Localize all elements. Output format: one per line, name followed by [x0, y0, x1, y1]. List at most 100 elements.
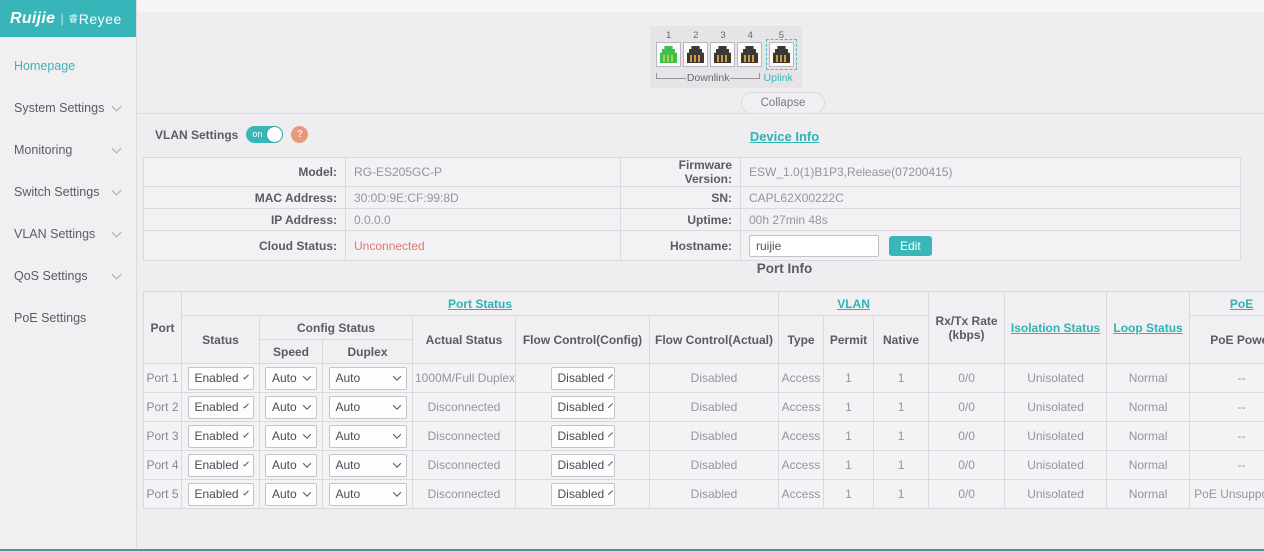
speed-select[interactable]: Auto	[265, 367, 317, 390]
flow-control-select[interactable]: Disabled	[551, 367, 615, 390]
flow-control-select[interactable]: Disabled	[551, 425, 615, 448]
brand-reyee: Reyee	[79, 11, 122, 27]
sidebar-item-switch-settings[interactable]: Switch Settings	[0, 171, 136, 213]
port-status-link[interactable]: Port Status	[182, 292, 779, 316]
sidebar-item-system-settings[interactable]: System Settings	[0, 87, 136, 129]
duplex-select[interactable]: Auto	[329, 367, 407, 390]
port-5-uplink-icon[interactable]	[769, 42, 794, 67]
brand-divider: |	[60, 11, 63, 26]
actual-status-value: 1000M/Full Duplex	[413, 364, 516, 393]
sn-value: CAPL62X00222C	[741, 187, 1241, 209]
port-number: 5	[769, 30, 794, 41]
chevron-down-icon	[112, 228, 122, 238]
isolation-value: Unisolated	[1005, 364, 1107, 393]
cloud-status-value: Unconnected	[346, 231, 621, 261]
col-flow-control-actual: Flow Control(Actual)	[650, 316, 779, 364]
col-duplex: Duplex	[323, 340, 413, 364]
app-window: Ruijie | 睿 Reyee Homepage System Setting…	[0, 0, 1264, 551]
poe-power-value: --	[1190, 393, 1264, 422]
chevron-down-icon	[303, 459, 311, 467]
sidebar-item-label: PoE Settings	[14, 311, 86, 325]
sidebar-item-label: QoS Settings	[14, 269, 88, 283]
downlink-label: Downlink	[686, 73, 731, 84]
chevron-down-icon	[392, 372, 400, 380]
chevron-down-icon	[608, 490, 613, 495]
sidebar-item-monitoring[interactable]: Monitoring	[0, 129, 136, 171]
table-row: MAC Address: 30:0D:9E:CF:99:8D SN: CAPL6…	[144, 187, 1241, 209]
speed-select[interactable]: Auto	[265, 483, 317, 506]
duplex-select[interactable]: Auto	[329, 454, 407, 477]
chevron-down-icon	[243, 461, 249, 467]
type-value: Access	[779, 451, 824, 480]
speed-select[interactable]: Auto	[265, 396, 317, 419]
flow-control-select[interactable]: Disabled	[551, 454, 615, 477]
loop-value: Normal	[1107, 451, 1190, 480]
collapse-button[interactable]: Collapse	[741, 92, 825, 114]
col-poe-power: PoE Power	[1190, 316, 1264, 364]
native-value: 1	[874, 422, 929, 451]
type-value: Access	[779, 422, 824, 451]
status-select[interactable]: Enabled	[188, 396, 254, 419]
port-2-icon[interactable]	[683, 42, 708, 67]
col-flow-control-config: Flow Control(Config)	[516, 316, 650, 364]
status-select[interactable]: Enabled	[188, 425, 254, 448]
port-4-icon[interactable]	[737, 42, 762, 67]
rate-value: 0/0	[929, 393, 1005, 422]
speed-select[interactable]: Auto	[265, 454, 317, 477]
col-type: Type	[779, 316, 824, 364]
flow-actual-value: Disabled	[650, 422, 779, 451]
loop-status-link[interactable]: Loop Status	[1107, 292, 1190, 364]
device-info-header: Device Info	[137, 128, 1264, 146]
ip-value: 0.0.0.0	[346, 209, 621, 231]
poe-link[interactable]: PoE	[1190, 292, 1264, 316]
col-rxtx-rate: Rx/Tx Rate (kbps)	[929, 292, 1005, 364]
port-number: 2	[683, 30, 708, 41]
port-name: Port 1	[144, 364, 182, 393]
brand-logo: Ruijie | 睿 Reyee	[0, 0, 136, 37]
port-numbers: 1 2 3 4 5	[656, 30, 796, 41]
status-select[interactable]: Enabled	[188, 483, 254, 506]
sidebar-item-poe-settings[interactable]: PoE Settings	[0, 297, 136, 339]
permit-value: 1	[824, 422, 874, 451]
type-value: Access	[779, 364, 824, 393]
chevron-down-icon	[303, 401, 311, 409]
edit-button[interactable]: Edit	[889, 236, 932, 256]
port-number: 4	[738, 30, 763, 41]
duplex-select[interactable]: Auto	[329, 396, 407, 419]
status-select[interactable]: Enabled	[188, 367, 254, 390]
isolation-value: Unisolated	[1005, 480, 1107, 509]
hostname-input[interactable]	[749, 235, 879, 257]
sidebar-item-qos-settings[interactable]: QoS Settings	[0, 255, 136, 297]
permit-value: 1	[824, 480, 874, 509]
status-select[interactable]: Enabled	[188, 454, 254, 477]
vlan-link[interactable]: VLAN	[779, 292, 929, 316]
chevron-down-icon	[303, 488, 311, 496]
port-1-icon[interactable]	[656, 42, 681, 67]
duplex-select[interactable]: Auto	[329, 483, 407, 506]
sidebar-item-vlan-settings[interactable]: VLAN Settings	[0, 213, 136, 255]
chevron-down-icon	[112, 186, 122, 196]
isolation-value: Unisolated	[1005, 451, 1107, 480]
brand-ruijie: Ruijie	[10, 10, 55, 28]
table-row: Model: RG-ES205GC-P Firmware Version: ES…	[144, 158, 1241, 187]
sidebar-item-label: Switch Settings	[14, 185, 99, 199]
table-row: Port 4 Enabled Auto Auto Disconnected Di…	[144, 451, 1264, 480]
sidebar-item-label: Monitoring	[14, 143, 72, 157]
speed-select[interactable]: Auto	[265, 425, 317, 448]
table-row: IP Address: 0.0.0.0 Uptime: 00h 27min 48…	[144, 209, 1241, 231]
chevron-down-icon	[243, 490, 249, 496]
flow-control-select[interactable]: Disabled	[551, 396, 615, 419]
native-value: 1	[874, 451, 929, 480]
sidebar-item-homepage[interactable]: Homepage	[0, 45, 136, 87]
duplex-select[interactable]: Auto	[329, 425, 407, 448]
main-content: 1 2 3 4 5 Downlink	[137, 0, 1264, 551]
table-row: Port 2 Enabled Auto Auto Disconnected Di…	[144, 393, 1264, 422]
uplink-label: Uplink	[760, 72, 796, 84]
device-info-link[interactable]: Device Info	[750, 129, 819, 144]
port-info-table: Port Port Status VLAN Rx/Tx Rate (kbps) …	[143, 291, 1264, 509]
firmware-label: Firmware Version:	[621, 158, 741, 187]
table-row: Cloud Status: Unconnected Hostname: Edit	[144, 231, 1241, 261]
port-3-icon[interactable]	[710, 42, 735, 67]
flow-control-select[interactable]: Disabled	[551, 483, 615, 506]
isolation-status-link[interactable]: Isolation Status	[1005, 292, 1107, 364]
